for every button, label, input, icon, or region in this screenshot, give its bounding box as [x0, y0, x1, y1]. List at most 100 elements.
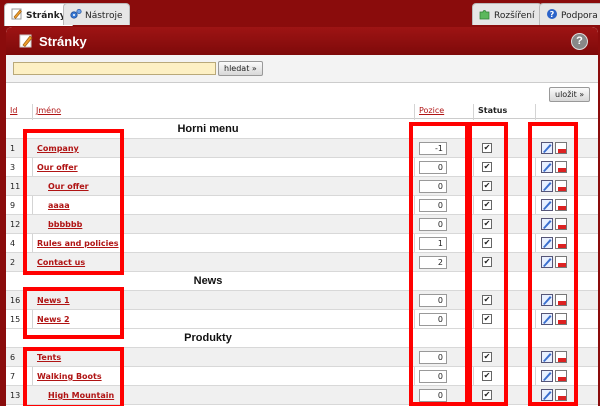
row-id: 13 — [10, 391, 21, 400]
row-id: 1 — [10, 144, 16, 153]
status-checkbox[interactable]: ✔ — [482, 371, 492, 381]
row-name-link[interactable]: Company — [37, 144, 79, 153]
edit-icon[interactable] — [541, 218, 553, 230]
position-input[interactable]: 0 — [419, 180, 447, 193]
tab-tools[interactable]: Nástroje — [63, 3, 130, 25]
gears-icon — [70, 8, 82, 19]
delete-icon[interactable] — [555, 256, 567, 268]
edit-icon[interactable] — [541, 237, 553, 249]
row-id: 4 — [10, 239, 16, 248]
status-checkbox[interactable]: ✔ — [482, 238, 492, 248]
edit-icon[interactable] — [541, 313, 553, 325]
table-row: 6 Tents 0 ✔ — [6, 348, 598, 367]
row-name-link[interactable]: High Mountain — [48, 391, 114, 400]
table-row: 3 Our offer 0 ✔ — [6, 158, 598, 177]
row-name-link[interactable]: Tents — [37, 353, 61, 362]
delete-icon[interactable] — [555, 237, 567, 249]
delete-icon[interactable] — [555, 313, 567, 325]
delete-icon[interactable] — [555, 389, 567, 401]
row-name-link[interactable]: bbbbbb — [48, 220, 82, 229]
page-title: Stránky — [39, 34, 87, 49]
status-checkbox[interactable]: ✔ — [482, 352, 492, 362]
edit-icon[interactable] — [541, 389, 553, 401]
position-input[interactable]: 0 — [419, 199, 447, 212]
tab-tools-label: Nástroje — [85, 11, 123, 21]
row-name-link[interactable]: Our offer — [37, 163, 78, 172]
puzzle-icon — [479, 10, 490, 20]
tab-support[interactable]: ? Podpora — [539, 3, 600, 25]
edit-icon[interactable] — [541, 256, 553, 268]
row-name-link[interactable]: aaaa — [48, 201, 70, 210]
row-name-link[interactable]: News 1 — [37, 296, 70, 305]
status-checkbox[interactable]: ✔ — [482, 143, 492, 153]
delete-icon[interactable] — [555, 370, 567, 382]
status-checkbox[interactable]: ✔ — [482, 219, 492, 229]
status-checkbox[interactable]: ✔ — [482, 314, 492, 324]
position-input[interactable]: 0 — [419, 351, 447, 364]
delete-icon[interactable] — [555, 218, 567, 230]
column-name[interactable]: Jméno — [36, 106, 61, 115]
row-id: 6 — [10, 353, 16, 362]
row-name-link[interactable]: Our offer — [48, 182, 89, 191]
edit-icon[interactable] — [541, 180, 553, 192]
table-row: 11 Our offer 0 ✔ — [6, 177, 598, 196]
position-input[interactable]: 1 — [419, 237, 447, 250]
position-input[interactable]: 0 — [419, 389, 447, 402]
position-input[interactable]: -1 — [419, 142, 447, 155]
row-id: 12 — [10, 220, 21, 229]
column-id[interactable]: Id — [10, 106, 17, 115]
help-button[interactable]: ? — [571, 33, 588, 50]
table-row: 13 High Mountain 0 ✔ — [6, 386, 598, 405]
position-input[interactable]: 0 — [419, 370, 447, 383]
delete-icon[interactable] — [555, 161, 567, 173]
position-input[interactable]: 2 — [419, 256, 447, 269]
svg-text:?: ? — [550, 10, 555, 19]
group-title: News — [193, 275, 223, 287]
tab-pages-label: Stránky — [26, 11, 66, 21]
status-checkbox[interactable]: ✔ — [482, 162, 492, 172]
row-name-link[interactable]: Walking Boots — [37, 372, 102, 381]
edit-icon[interactable] — [541, 199, 553, 211]
tab-support-label: Podpora — [561, 11, 598, 21]
tab-extensions[interactable]: Rozšíření — [472, 3, 542, 25]
edit-icon[interactable] — [541, 294, 553, 306]
group-header: Horni menu — [6, 120, 598, 139]
search-button[interactable]: hledat » — [218, 61, 263, 76]
edit-icon[interactable] — [541, 351, 553, 363]
pages-icon — [19, 34, 33, 48]
edit-icon[interactable] — [541, 370, 553, 382]
row-id: 16 — [10, 296, 21, 305]
column-position[interactable]: Pozice — [419, 106, 444, 115]
delete-icon[interactable] — [555, 199, 567, 211]
status-checkbox[interactable]: ✔ — [482, 257, 492, 267]
row-id: 2 — [10, 258, 16, 267]
row-name-link[interactable]: Rules and policies — [37, 239, 119, 248]
status-checkbox[interactable]: ✔ — [482, 295, 492, 305]
position-input[interactable]: 0 — [419, 294, 447, 307]
delete-icon[interactable] — [555, 351, 567, 363]
search-input[interactable] — [13, 62, 216, 75]
save-button[interactable]: uložit » — [549, 87, 591, 102]
row-name-link[interactable]: Contact us — [37, 258, 85, 267]
table-row: 7 Walking Boots 0 ✔ — [6, 367, 598, 386]
position-input[interactable]: 0 — [419, 161, 447, 174]
delete-icon[interactable] — [555, 180, 567, 192]
row-name-link[interactable]: News 2 — [37, 315, 70, 324]
status-checkbox[interactable]: ✔ — [482, 200, 492, 210]
row-id: 7 — [10, 372, 16, 381]
status-checkbox[interactable]: ✔ — [482, 390, 492, 400]
position-input[interactable]: 0 — [419, 313, 447, 326]
edit-icon[interactable] — [541, 142, 553, 154]
table-row: 9 aaaa 0 ✔ — [6, 196, 598, 215]
tab-extensions-label: Rozšíření — [494, 11, 535, 21]
delete-icon[interactable] — [555, 142, 567, 154]
edit-icon[interactable] — [541, 161, 553, 173]
top-tab-bar: Stránky Nástroje Rozšíření ? Podpora — [0, 0, 600, 26]
delete-icon[interactable] — [555, 294, 567, 306]
table-row: 16 News 1 0 ✔ — [6, 291, 598, 310]
row-id: 3 — [10, 163, 16, 172]
status-checkbox[interactable]: ✔ — [482, 181, 492, 191]
help-icon: ? — [547, 9, 557, 19]
table-row: 4 Rules and policies 1 ✔ — [6, 234, 598, 253]
position-input[interactable]: 0 — [419, 218, 447, 231]
